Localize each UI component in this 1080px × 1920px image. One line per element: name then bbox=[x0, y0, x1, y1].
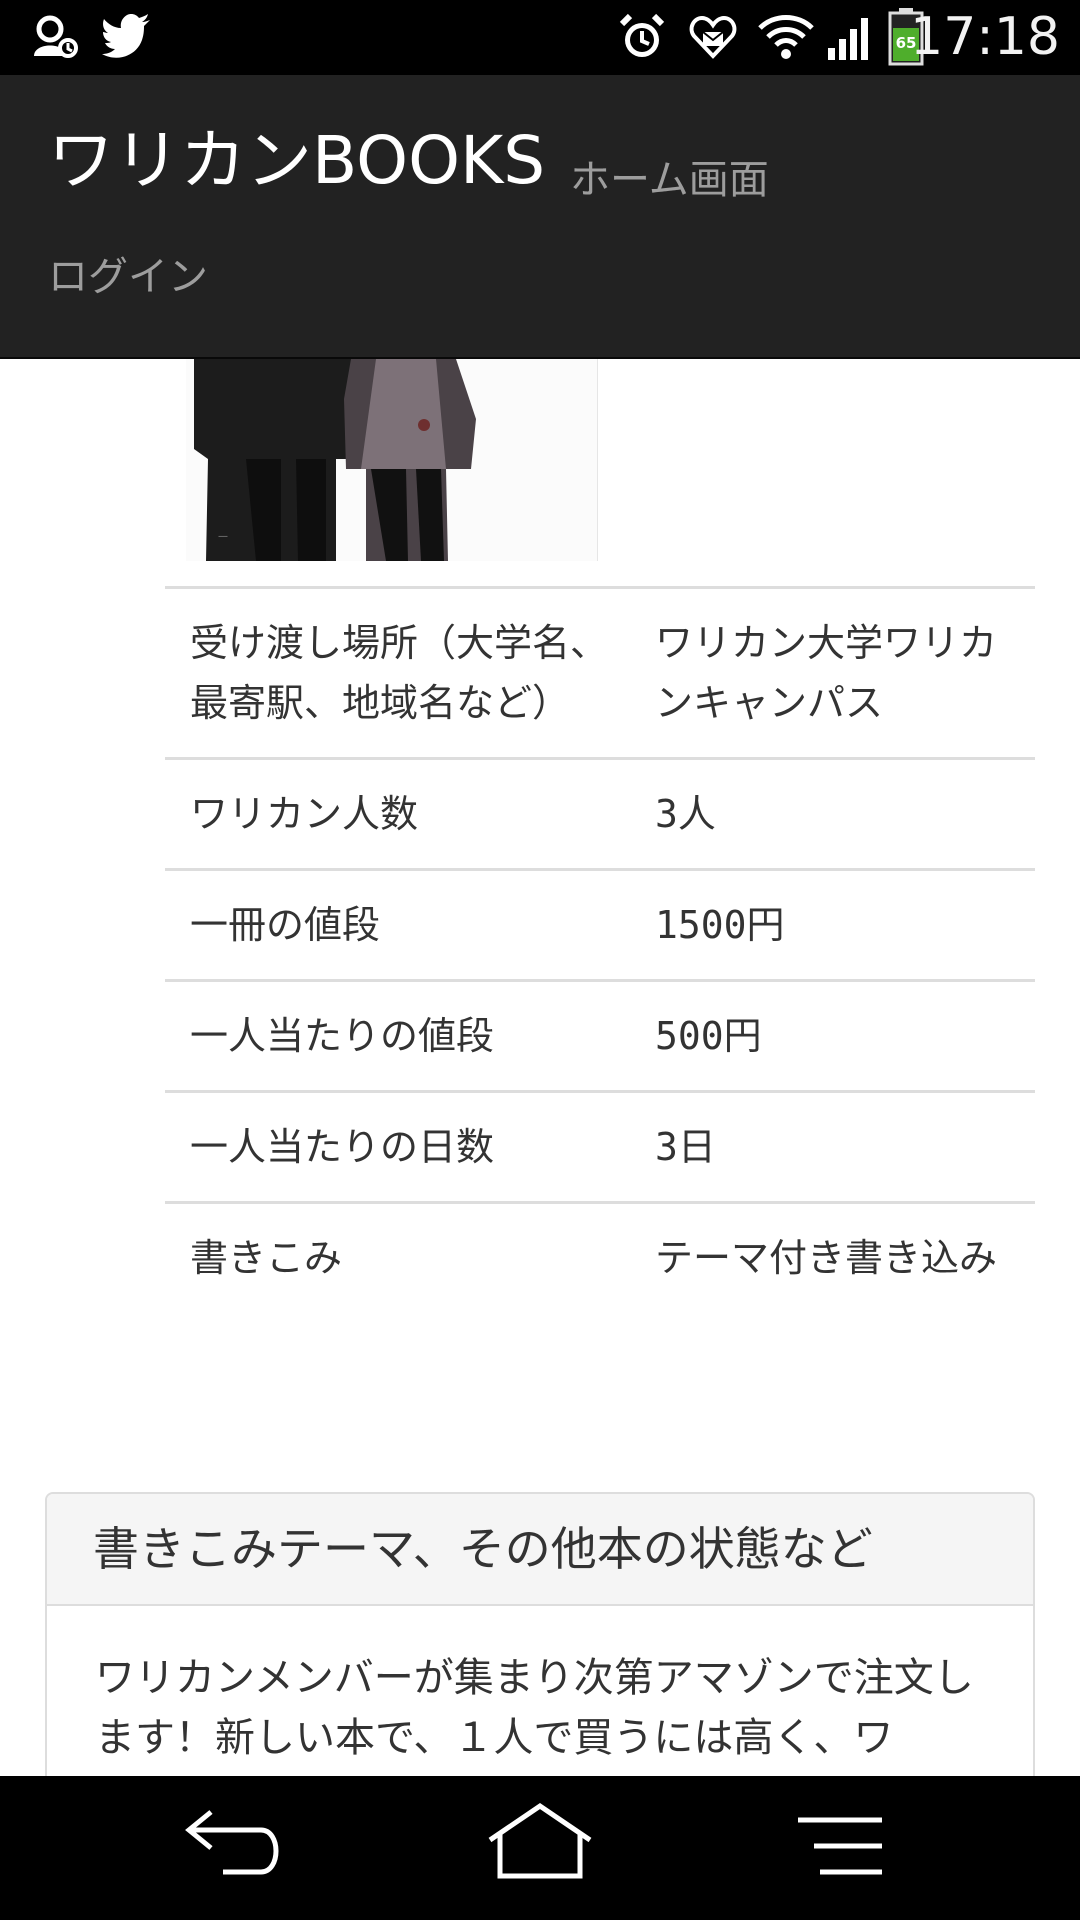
table-row: 一冊の値段 1500円 bbox=[165, 868, 1035, 981]
book-details-table: 受け渡し場所（大学名、最寄駅、地域名など） ワリカン大学ワリカンキャンパス ワリ… bbox=[165, 586, 1035, 1312]
panel-heading: 書きこみテーマ、その他本の状態など bbox=[47, 1494, 1033, 1606]
back-button[interactable] bbox=[165, 1798, 305, 1898]
row-label-book-price: 一冊の値段 bbox=[165, 868, 655, 981]
table-row: 書きこみ テーマ付き書き込み bbox=[165, 1201, 1035, 1312]
home-button[interactable] bbox=[470, 1798, 610, 1898]
twitter-icon bbox=[102, 12, 152, 62]
row-value-pickup-location: ワリカン大学ワリカンキャンパス bbox=[655, 586, 1035, 759]
book-cover-image: — bbox=[186, 359, 598, 561]
wifi-icon bbox=[758, 12, 814, 62]
book-condition-panel: 書きこみテーマ、その他本の状態など ワリカンメンバーが集まり次第アマゾンで注文し… bbox=[45, 1492, 1035, 1792]
table-row: 一人当たりの日数 3日 bbox=[165, 1090, 1035, 1203]
row-label-days-per-person: 一人当たりの日数 bbox=[165, 1090, 655, 1203]
contacts-sync-icon bbox=[28, 12, 80, 62]
table-row: 一人当たりの値段 500円 bbox=[165, 979, 1035, 1092]
alarm-icon bbox=[618, 12, 666, 62]
page-subtitle: ホーム画面 bbox=[570, 157, 769, 203]
status-clock: 17:18 bbox=[910, 7, 1060, 67]
row-label-member-count: ワリカン人数 bbox=[165, 757, 655, 870]
table-row: 受け渡し場所（大学名、最寄駅、地域名など） ワリカン大学ワリカンキャンパス bbox=[165, 586, 1035, 759]
svg-text:—: — bbox=[218, 531, 228, 542]
row-value-annotations: テーマ付き書き込み bbox=[655, 1201, 1035, 1312]
panel-body-text: ワリカンメンバーが集まり次第アマゾンで注文します！新しい本で、１人で買うには高く… bbox=[95, 1655, 974, 1761]
brand-title[interactable]: ワリカンBOOKS bbox=[48, 111, 545, 211]
table-row: ワリカン人数 3人 bbox=[165, 757, 1035, 870]
row-value-book-price: 1500円 bbox=[655, 868, 1035, 981]
home-icon bbox=[488, 1802, 592, 1879]
row-value-price-per-person: 500円 bbox=[655, 979, 1035, 1092]
row-value-days-per-person: 3日 bbox=[655, 1090, 1035, 1203]
app-navbar: ワリカンBOOKS ホーム画面 ログイン bbox=[0, 75, 1080, 359]
row-label-price-per-person: 一人当たりの値段 bbox=[165, 979, 655, 1092]
back-icon bbox=[185, 1810, 279, 1875]
status-bar: 65 17:18 bbox=[0, 0, 1080, 75]
heart-notification-icon bbox=[688, 12, 738, 62]
menu-icon bbox=[798, 1817, 882, 1875]
row-label-pickup-location: 受け渡し場所（大学名、最寄駅、地域名など） bbox=[165, 586, 655, 759]
system-navigation-bar bbox=[0, 1776, 1080, 1920]
row-value-member-count: 3人 bbox=[655, 757, 1035, 870]
signal-icon bbox=[826, 12, 874, 62]
login-link[interactable]: ログイン bbox=[48, 237, 208, 317]
recent-apps-button[interactable] bbox=[770, 1798, 910, 1898]
row-label-annotations: 書きこみ bbox=[165, 1201, 655, 1312]
